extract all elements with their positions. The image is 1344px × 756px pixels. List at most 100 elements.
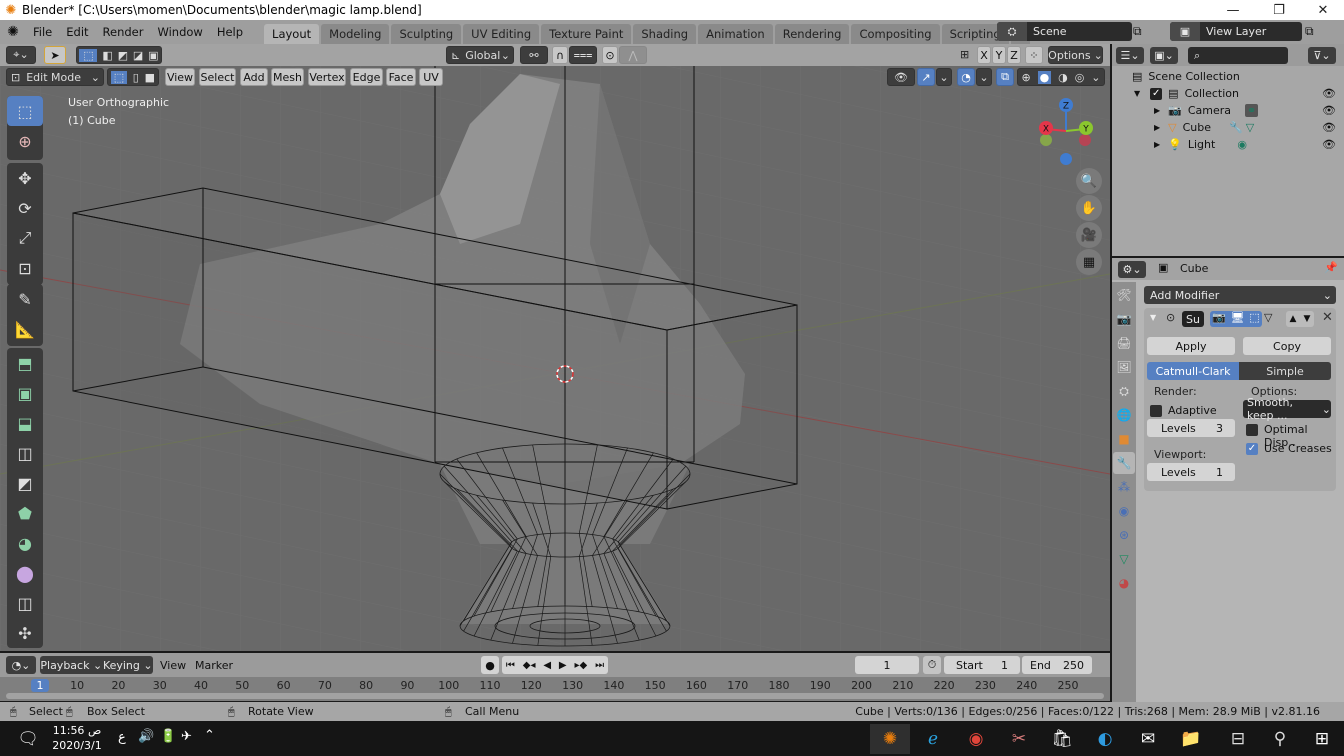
knife-tool[interactable]: ◩ bbox=[7, 468, 43, 498]
tab-data[interactable]: ▽ bbox=[1113, 548, 1135, 570]
chevron-down-icon[interactable]: ⌄ bbox=[1091, 71, 1100, 84]
spin-tool[interactable]: ◕ bbox=[7, 528, 43, 558]
move-tool[interactable]: ✥ bbox=[7, 163, 43, 193]
taskbar-chrome[interactable]: ◉ bbox=[956, 724, 996, 754]
mode-dropdown[interactable]: ⊡ Edit Mode ⌄ bbox=[6, 68, 104, 86]
show-hidden-icons-chevron[interactable]: ⌃ bbox=[204, 728, 215, 743]
menu-edge[interactable]: Edge bbox=[350, 68, 383, 86]
edit-mode-toggle-icon[interactable]: ⬚ bbox=[1249, 311, 1259, 327]
rendered-shading-icon[interactable]: ◎ bbox=[1075, 71, 1085, 84]
preview-range-toggle[interactable]: ⏱ bbox=[923, 656, 941, 674]
minimize-button[interactable]: — bbox=[1210, 0, 1256, 20]
move-up-icon[interactable]: ▲ bbox=[1290, 314, 1297, 324]
keying-menu[interactable]: Keying ⌄ bbox=[103, 659, 153, 672]
camera-view-button[interactable]: 🎥 bbox=[1076, 222, 1102, 248]
view-layer-selector[interactable]: ▣ View Layer bbox=[1170, 22, 1302, 41]
editor-type-button[interactable]: ⌖⌄ bbox=[6, 46, 36, 64]
menu-vertex[interactable]: Vertex bbox=[308, 68, 346, 86]
camera-data-icon[interactable]: ⚭ bbox=[1245, 104, 1259, 117]
edge-slide-tool[interactable]: ◫ bbox=[7, 588, 43, 618]
search-button[interactable]: ⚲ bbox=[1260, 724, 1300, 754]
tab-scene[interactable]: ⛭ bbox=[1113, 380, 1135, 402]
taskbar-blender[interactable]: ✺ bbox=[870, 724, 910, 754]
expand-arrow-icon[interactable]: ▶ bbox=[1154, 106, 1160, 115]
airplane-mode-icon[interactable]: ✈ bbox=[181, 729, 192, 744]
scale-tool[interactable]: ⤢ bbox=[7, 223, 43, 253]
overlays-dropdown[interactable]: ⌄ bbox=[976, 68, 992, 86]
timeline-ruler[interactable]: 1 10 20 30 40 50 60 70 80 90 100 110 120 130 140 150 160… bbox=[0, 677, 1110, 701]
tab-render[interactable]: 📷 bbox=[1113, 308, 1135, 330]
tab-sculpting[interactable]: Sculpting bbox=[391, 24, 462, 44]
edge-select-icon[interactable]: ▯ bbox=[133, 71, 139, 84]
tab-animation[interactable]: Animation bbox=[698, 24, 773, 44]
overlays-toggle[interactable]: ◔ bbox=[957, 68, 975, 86]
axis-y-toggle[interactable]: Y bbox=[992, 46, 1006, 64]
prev-keyframe-icon[interactable]: ◆◂ bbox=[523, 660, 536, 671]
select-subtract-icon[interactable]: ◩ bbox=[118, 49, 128, 62]
timeline-view-menu[interactable]: View bbox=[160, 659, 186, 672]
jump-start-icon[interactable]: ⏮ bbox=[506, 660, 515, 671]
input-language[interactable]: ع bbox=[118, 730, 126, 745]
transform-tool[interactable]: ⊡ bbox=[7, 253, 43, 283]
ortho-toggle-button[interactable]: ▦ bbox=[1076, 249, 1102, 275]
3d-viewport[interactable]: ⌖⌄ ➤ ⬚ ◧ ◩ ◪ ▣ ⊾ Global ⌄ ⚯ ∩ ⩶ ⊙ ⋀ ⊞ X Y … bbox=[0, 44, 1110, 651]
proportional-edit-toggle[interactable]: ⊙ bbox=[602, 46, 618, 64]
face-select-icon[interactable]: ■ bbox=[145, 71, 155, 84]
eye-icon[interactable]: 👁 bbox=[1322, 104, 1336, 117]
realtime-toggle-icon[interactable]: 🖥 bbox=[1231, 311, 1245, 327]
tab-world[interactable]: 🌐 bbox=[1113, 404, 1135, 426]
collapse-arrow-icon[interactable]: ▼ bbox=[1134, 89, 1140, 98]
timeline-scrollbar[interactable] bbox=[6, 693, 1104, 699]
jump-end-icon[interactable]: ⏭ bbox=[595, 660, 604, 671]
task-view-button[interactable]: ⊟ bbox=[1218, 724, 1258, 754]
tab-rendering[interactable]: Rendering bbox=[774, 24, 850, 44]
menu-file[interactable]: File bbox=[26, 25, 59, 39]
visibility-dropdown[interactable]: 👁 bbox=[887, 68, 915, 86]
battery-icon[interactable]: 🔋 bbox=[160, 729, 176, 744]
playback-menu[interactable]: Playback ⌄ bbox=[40, 659, 102, 672]
gizmo-dropdown[interactable]: ⌄ bbox=[936, 68, 952, 86]
xray-toggle[interactable]: ⧉ bbox=[996, 68, 1014, 86]
tab-constraints[interactable]: ⊛ bbox=[1113, 524, 1135, 546]
next-keyframe-icon[interactable]: ▸◆ bbox=[574, 660, 587, 671]
modifier-wrench-icon[interactable]: 🔧 bbox=[1229, 121, 1243, 134]
adaptive-checkbox[interactable] bbox=[1150, 405, 1162, 417]
expand-arrow-icon[interactable]: ▶ bbox=[1154, 123, 1160, 132]
extrude-tool[interactable]: ⬒ bbox=[7, 348, 43, 378]
select-intersect-icon[interactable]: ▣ bbox=[148, 49, 158, 62]
clock[interactable]: 11:56 ص 2020/3/1 bbox=[52, 723, 102, 753]
expand-arrow-icon[interactable]: ▶ bbox=[1154, 140, 1160, 149]
blender-menu-icon[interactable]: ✺ bbox=[0, 24, 26, 40]
menu-render[interactable]: Render bbox=[96, 25, 151, 39]
eye-icon[interactable]: 👁 bbox=[1322, 87, 1336, 100]
measure-tool[interactable]: 📐 bbox=[7, 314, 43, 344]
on-cage-icon[interactable]: ▽ bbox=[1264, 311, 1272, 324]
timeline-marker-menu[interactable]: Marker bbox=[195, 659, 233, 672]
tab-modeling[interactable]: Modeling bbox=[321, 24, 390, 44]
outliner-item-cube[interactable]: ▶ ▽ Cube 🔧 ▽ 👁 bbox=[1112, 119, 1344, 136]
close-button[interactable]: ✕ bbox=[1300, 0, 1344, 20]
wireframe-shading-icon[interactable]: ⊕ bbox=[1021, 71, 1030, 84]
poly-build-tool[interactable]: ⬟ bbox=[7, 498, 43, 528]
tab-output[interactable]: 🖨 bbox=[1113, 332, 1135, 354]
new-scene-icon[interactable]: ⧉ bbox=[1133, 24, 1142, 39]
taskbar-store[interactable]: 🛍 bbox=[1042, 724, 1082, 754]
end-frame-field[interactable]: End 250 bbox=[1022, 656, 1092, 674]
falloff-dropdown[interactable]: ⋀ bbox=[619, 46, 647, 64]
tab-tool[interactable]: 🛠 bbox=[1113, 284, 1135, 306]
gizmo-toggle[interactable]: ↗ bbox=[917, 68, 935, 86]
smooth-tool[interactable]: ⬤ bbox=[7, 558, 43, 588]
copy-button[interactable]: Copy bbox=[1243, 337, 1331, 355]
select-box-tool[interactable]: ⬚ bbox=[7, 96, 43, 126]
outliner-search-input[interactable]: ⌕ bbox=[1188, 47, 1288, 64]
tab-physics[interactable]: ◉ bbox=[1113, 500, 1135, 522]
axis-x-toggle[interactable]: X bbox=[977, 46, 991, 64]
record-button[interactable]: ● bbox=[481, 656, 499, 674]
shrink-fatten-tool[interactable]: ✣ bbox=[7, 618, 43, 648]
material-shading-icon[interactable]: ◑ bbox=[1058, 71, 1068, 84]
viewport-levels-field[interactable]: Levels 1 bbox=[1147, 463, 1235, 481]
start-button[interactable]: ⊞ bbox=[1302, 724, 1342, 754]
eye-icon[interactable]: 👁 bbox=[1322, 121, 1336, 134]
menu-add[interactable]: Add bbox=[240, 68, 268, 86]
menu-uv[interactable]: UV bbox=[419, 68, 443, 86]
